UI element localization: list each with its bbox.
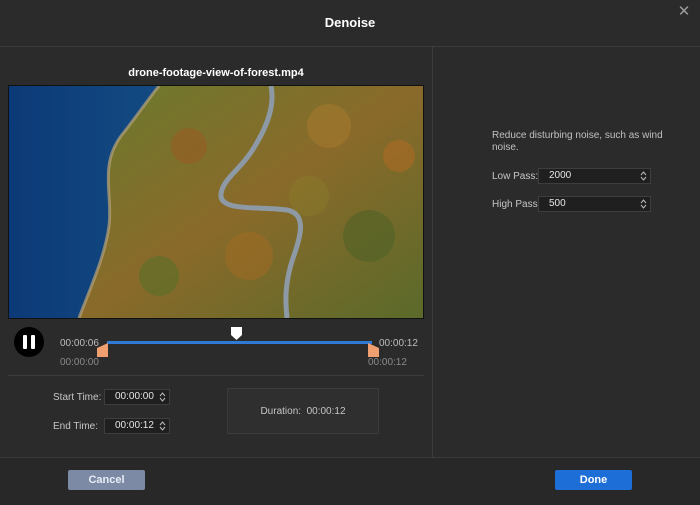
panel-divider: [432, 47, 433, 457]
end-time: 00:00:12: [379, 338, 418, 349]
pause-icon: [31, 335, 35, 349]
pause-icon: [23, 335, 27, 349]
close-icon[interactable]: ✕: [676, 4, 692, 20]
low-pass-stepper[interactable]: [538, 168, 651, 184]
cancel-button[interactable]: Cancel: [68, 470, 145, 490]
video-filename: drone-footage-view-of-forest.mp4: [128, 67, 304, 79]
title-bar: Denoise ✕: [0, 0, 700, 46]
pause-button[interactable]: [14, 327, 44, 357]
spinner-arrows-icon[interactable]: [640, 197, 647, 211]
end-time-label: End Time:: [53, 421, 99, 432]
trim-start-handle[interactable]: [97, 343, 108, 357]
end-time-input[interactable]: [105, 419, 167, 433]
start-time-stepper[interactable]: [104, 389, 170, 405]
denoise-description: Reduce disturbing noise, such as wind no…: [492, 130, 663, 153]
playhead-icon[interactable]: [231, 327, 242, 340]
trim-track[interactable]: [107, 341, 372, 344]
header-divider: [0, 46, 700, 47]
start-time-input[interactable]: [105, 390, 167, 404]
dialog-title: Denoise: [324, 15, 376, 30]
high-pass-stepper[interactable]: [538, 196, 651, 212]
end-time-stepper[interactable]: [104, 418, 170, 434]
done-button[interactable]: Done: [555, 470, 632, 490]
video-frame-image: [9, 86, 423, 318]
high-pass-input[interactable]: [539, 197, 645, 211]
duration-box: Duration: 00:00:12: [227, 388, 379, 434]
section-divider: [8, 375, 424, 376]
high-pass-label: High Pass:: [492, 199, 541, 210]
low-pass-label: Low Pass:: [492, 171, 539, 182]
duration-value: 00:00:12: [306, 406, 346, 417]
duration-label: Duration:: [260, 406, 302, 417]
trim-end-handle[interactable]: [368, 343, 379, 357]
start-time-label: Start Time:: [53, 392, 102, 403]
spinner-arrows-icon[interactable]: [640, 169, 647, 183]
video-preview[interactable]: [8, 85, 424, 319]
end-time-sub: 00:00:12: [368, 357, 407, 368]
current-time-sub: 00:00:00: [60, 357, 99, 368]
spinner-arrows-icon[interactable]: [159, 390, 166, 404]
low-pass-input[interactable]: [539, 169, 645, 183]
current-time: 00:00:06: [60, 338, 99, 349]
spinner-arrows-icon[interactable]: [159, 419, 166, 433]
duration-text: Duration: 00:00:12: [228, 406, 378, 417]
